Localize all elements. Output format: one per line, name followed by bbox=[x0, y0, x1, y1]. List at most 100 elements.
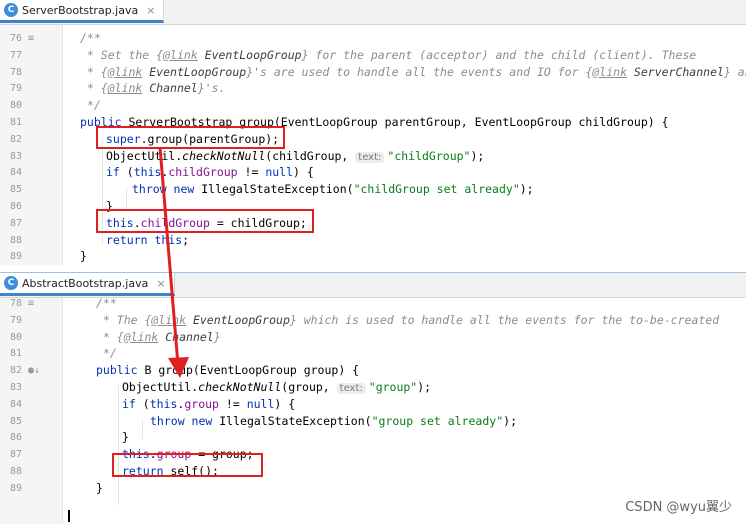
line-number: 86 bbox=[9, 432, 22, 444]
code-token: ( bbox=[126, 165, 134, 180]
code-token: } bbox=[122, 430, 129, 445]
code-token: * Set the { bbox=[80, 47, 164, 62]
line-number: 87 bbox=[9, 449, 22, 461]
line-number: 89 bbox=[9, 482, 22, 494]
line-number: 78 bbox=[9, 298, 22, 309]
line-number: 79 bbox=[9, 83, 22, 95]
code-text: } bbox=[80, 248, 87, 265]
line-number: 85 bbox=[9, 415, 22, 427]
code-text: return this; bbox=[106, 232, 189, 249]
code-token: ; bbox=[182, 232, 190, 247]
code-line: 85 throw new IllegalStateException("child… bbox=[0, 181, 746, 198]
code-token: ); bbox=[519, 182, 534, 197]
code-line: 80 * {@link Channel} bbox=[0, 329, 746, 346]
line-number: 82 bbox=[9, 133, 22, 145]
fold-doc-icon[interactable]: ≡ bbox=[28, 295, 34, 312]
code-token: } for the parent (acceptor) and the chil… bbox=[301, 47, 697, 62]
code-token: (childGroup, bbox=[265, 148, 356, 163]
line-number: 83 bbox=[9, 382, 22, 393]
code-token: IllegalStateException( bbox=[201, 182, 354, 197]
editor-abstract-bootstrap: C AbstractBootstrap.java × 78 ≡ /** 79 * Th… bbox=[0, 272, 746, 524]
code-line: 79 * {@link Channel}'s. bbox=[0, 80, 746, 97]
code-token: null bbox=[246, 396, 275, 411]
code-token: * { bbox=[80, 81, 108, 96]
code-token: */ bbox=[96, 346, 117, 361]
highlight-box-super-group bbox=[96, 126, 285, 149]
code-token: ( bbox=[142, 396, 150, 411]
code-text: } bbox=[96, 480, 103, 497]
code-text: /** bbox=[96, 295, 117, 312]
code-text: * {@link EventLoopGroup}'s are used to h… bbox=[80, 64, 746, 81]
line-number: 84 bbox=[9, 398, 22, 410]
code-text: public B group(EventLoopGroup group) { bbox=[96, 362, 359, 379]
code-token: @link bbox=[163, 47, 198, 62]
code-text: ObjectUtil.checkNotNull(childGroup, text… bbox=[106, 148, 484, 166]
code-line: 81 */ bbox=[0, 345, 746, 362]
code-token: this bbox=[133, 165, 162, 180]
line-number: 78 bbox=[9, 66, 22, 78]
code-token: } and bbox=[723, 64, 746, 79]
code-token: EventLoopGroup bbox=[186, 312, 290, 327]
code-token: throw new bbox=[150, 413, 220, 428]
code-text: * {@link Channel}'s. bbox=[80, 80, 226, 97]
code-token: ObjectUtil. bbox=[122, 380, 199, 394]
code-token: } bbox=[80, 249, 87, 264]
code-line: 88 return this; bbox=[0, 232, 746, 249]
implementation-marker-icon[interactable]: ●↓ bbox=[28, 362, 40, 379]
code-token: Channel bbox=[158, 329, 214, 344]
code-token: EventLoopGroup bbox=[197, 47, 302, 62]
line-number: 89 bbox=[9, 251, 22, 263]
code-token: != bbox=[218, 396, 247, 411]
code-token: @link bbox=[107, 64, 143, 79]
code-token: childGroup bbox=[168, 165, 238, 180]
code-line: 83 ObjectUtil.checkNotNull(group, text: "g… bbox=[0, 379, 746, 396]
param-hint: text: bbox=[336, 383, 366, 394]
tab-label: ServerBootstrap.java bbox=[22, 3, 139, 17]
fold-doc-icon[interactable]: ≡ bbox=[28, 30, 34, 47]
code-text: /** bbox=[80, 30, 101, 47]
code-token: } which is used to handle all the events… bbox=[289, 312, 720, 327]
code-text: * {@link Channel} bbox=[96, 329, 221, 346]
code-token: */ bbox=[80, 98, 101, 113]
code-token: } bbox=[96, 480, 103, 495]
line-number: 80 bbox=[9, 100, 22, 112]
line-number: 85 bbox=[9, 184, 22, 196]
code-token: if bbox=[122, 396, 143, 411]
watermark: CSDN @wyu翼少 bbox=[625, 500, 732, 515]
code-line: 80 */ bbox=[0, 97, 746, 114]
line-number: 81 bbox=[9, 348, 22, 360]
tab-abstract-bootstrap[interactable]: C AbstractBootstrap.java × bbox=[0, 273, 175, 296]
code-token: if bbox=[106, 165, 127, 180]
code-token: B group(EventLoopGroup group) { bbox=[144, 363, 360, 378]
java-class-icon: C bbox=[4, 276, 18, 290]
code-token: group bbox=[184, 396, 219, 411]
java-class-icon: C bbox=[4, 3, 18, 17]
code-token: "childGroup" bbox=[387, 148, 471, 163]
code-text: ObjectUtil.checkNotNull(group, text: "gro… bbox=[122, 379, 431, 397]
line-number: 88 bbox=[9, 234, 22, 246]
code-token: * { bbox=[96, 329, 124, 344]
code-token: @link bbox=[123, 329, 159, 344]
code-line: 76 ≡ /** bbox=[0, 30, 746, 47]
close-icon[interactable]: × bbox=[146, 4, 155, 17]
code-token: /** bbox=[96, 296, 117, 310]
code-line: 84 if (this.childGroup != null) { bbox=[0, 164, 746, 181]
code-line: 79 * The {@link EventLoopGroup} which is… bbox=[0, 312, 746, 329]
code-line: 83 ObjectUtil.checkNotNull(childGroup, te… bbox=[0, 148, 746, 165]
code-token: "group" bbox=[368, 380, 418, 394]
code-text: * Set the {@link EventLoopGroup} for the… bbox=[80, 47, 696, 64]
line-number: 88 bbox=[9, 466, 22, 477]
code-token: != bbox=[237, 165, 266, 180]
code-token: } bbox=[213, 329, 221, 344]
code-text: } bbox=[122, 429, 129, 446]
tab-server-bootstrap[interactable]: C ServerBootstrap.java × bbox=[0, 0, 165, 23]
line-number: 83 bbox=[9, 150, 22, 162]
code-token: "group set already" bbox=[371, 413, 504, 428]
code-line: 84 if (this.group != null) { bbox=[0, 396, 746, 413]
line-number: 76 bbox=[9, 33, 22, 44]
close-icon[interactable]: × bbox=[156, 277, 165, 290]
param-hint: text: bbox=[355, 151, 385, 163]
code-token: IllegalStateException( bbox=[219, 413, 372, 428]
code-token: @link bbox=[151, 312, 187, 327]
code-token: public bbox=[96, 363, 145, 378]
